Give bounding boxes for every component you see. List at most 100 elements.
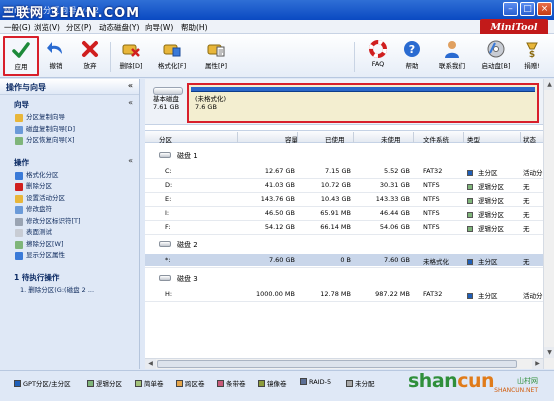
sidebar-item-label: 磁盘复制向导[D] <box>26 124 76 133</box>
sidebar-item-change-letter[interactable]: 修改盘符 <box>0 204 139 216</box>
help-button[interactable]: ? 帮助 <box>394 37 430 75</box>
menu-help[interactable]: 帮助(H) <box>181 22 208 33</box>
disk-1-row[interactable]: 磁盘 1 <box>145 149 554 161</box>
sidebar-item-label: 删除分区 <box>26 182 52 190</box>
delete-button[interactable]: 删除[D] <box>113 37 149 75</box>
scroll-down-arrow-icon[interactable]: ▼ <box>544 347 554 358</box>
format-icon <box>15 171 23 180</box>
sidebar-item-partition-copy-wizard[interactable]: 分区复制向导 <box>0 112 139 124</box>
disk-panel: 基本磁盘 7.61 GB (未格式化) 7.6 GB 分区 容量 已使用 未使用… <box>145 79 554 369</box>
svg-text:$: $ <box>529 50 535 59</box>
watermark-shan: shan <box>408 370 458 392</box>
selected-partition-block[interactable]: (未格式化) 7.6 GB <box>187 83 539 123</box>
partition-format-state: (未格式化) <box>195 95 227 103</box>
menu-view[interactable]: 浏览(V) <box>34 22 60 33</box>
partition-free: 7.60 GB <box>383 256 410 264</box>
legend-swatch <box>300 378 307 385</box>
undo-button[interactable]: 撤销 <box>38 37 74 75</box>
sidebar-item-partition-recovery-wizard[interactable]: 分区恢复向导[X] <box>0 135 139 147</box>
contact-button[interactable]: 联系我们 <box>428 37 476 75</box>
wizard-section-label: 向导 <box>14 100 29 109</box>
maximize-button[interactable]: □ <box>520 2 535 16</box>
disk-map: 基本磁盘 7.61 GB (未格式化) 7.6 GB <box>145 79 554 125</box>
partition-row[interactable]: H: 1000.00 MB 12.78 MB 987.22 MB FAT32 主分区 活动分… <box>145 288 554 300</box>
sidebar-item-change-type-id[interactable]: 修改分区标识符[T] <box>0 216 139 228</box>
menu-general[interactable]: 一般(G) <box>4 22 31 33</box>
col-type[interactable]: 类型 <box>467 134 480 144</box>
scroll-up-arrow-icon[interactable]: ▲ <box>544 79 554 90</box>
boot-disk-icon <box>487 40 505 58</box>
menu-partition[interactable]: 分区(P) <box>66 22 91 33</box>
partition-free: 54.06 GB <box>379 223 410 231</box>
properties-button[interactable]: 属性[P] <box>192 37 240 75</box>
collapse-chevron-icon[interactable]: « <box>128 81 133 90</box>
bootdisk-button[interactable]: 启动盘[B] <box>472 37 520 75</box>
sidebar-item-show-properties[interactable]: 显示分区属性 <box>0 250 139 262</box>
col-filesystem[interactable]: 文件系统 <box>423 134 449 144</box>
disk-label: 磁盘 2 <box>177 241 198 249</box>
donate-money-icon: $ <box>526 42 538 59</box>
disk-icon <box>159 152 171 158</box>
row-divider <box>145 234 554 235</box>
donate-label: 捐赠! <box>524 62 540 70</box>
col-status[interactable]: 状态 <box>523 134 536 144</box>
donate-button[interactable]: $ 捐赠! <box>514 37 550 75</box>
disk-3-row[interactable]: 磁盘 3 <box>145 272 554 284</box>
partition-row[interactable]: I: 46.50 GB 65.91 MB 46.44 GB NTFS 逻辑分区 无 <box>145 207 554 219</box>
legend-label: GPT分区/主分区 <box>23 380 71 388</box>
sidebar-item-set-active[interactable]: 设置活动分区 <box>0 193 139 205</box>
scroll-right-arrow-icon[interactable]: ▶ <box>532 359 543 369</box>
operations-collapse-icon[interactable]: « <box>128 156 133 165</box>
scroll-left-arrow-icon[interactable]: ◀ <box>145 359 156 369</box>
format-partition-icon <box>163 44 181 57</box>
discard-label: 放弃 <box>83 62 97 70</box>
legend-label: 逻辑分区 <box>96 380 122 388</box>
partition-row[interactable]: F: 54.12 GB 66.14 MB 54.06 GB NTFS 逻辑分区 无 <box>145 221 554 233</box>
wizard-collapse-icon[interactable]: « <box>128 98 133 107</box>
basic-disk-icon <box>153 87 183 95</box>
toolbar: 应用 撤销 放弃 删除[D] 格式化[F] 属性[P] FAQ ? 帮助 联系我… <box>0 34 554 78</box>
wipe-icon <box>15 240 23 249</box>
vertical-scrollbar[interactable]: ▲ ▼ <box>543 79 554 369</box>
sidebar-item-label: 分区复制向导 <box>26 113 65 121</box>
sidebar-item-surface-test[interactable]: 表面测试 <box>0 227 139 239</box>
partition-used: 12.78 MB <box>320 290 351 298</box>
delete-label: 删除[D] <box>119 62 143 70</box>
legend-spanned: 跨区卷 <box>176 378 205 388</box>
minimize-button[interactable]: – <box>503 2 518 16</box>
discard-button[interactable]: 放弃 <box>72 37 108 75</box>
partition-row[interactable]: E: 143.76 GB 10.43 GB 143.33 GB NTFS 逻辑分区 无 <box>145 193 554 205</box>
sidebar-item-delete-partition[interactable]: 删除分区 <box>0 181 139 193</box>
format-button[interactable]: 格式化[F] <box>148 37 196 75</box>
format-label: 格式化[F] <box>157 62 187 70</box>
menu-wizard[interactable]: 向导(W) <box>145 22 173 33</box>
partition-row[interactable]: D: 41.03 GB 10.72 GB 30.31 GB NTFS 逻辑分区 无 <box>145 179 554 191</box>
menu-dynamic-disk[interactable]: 动态磁盘(Y) <box>99 22 139 33</box>
legend-swatch <box>14 380 21 387</box>
set-active-icon <box>15 194 23 203</box>
menu-bar: 一般(G) 浏览(V) 分区(P) 动态磁盘(Y) 向导(W) 帮助(H) <box>0 20 554 34</box>
partition-block-label: (未格式化) 7.6 GB <box>195 95 226 111</box>
partition-row[interactable]: *: 7.60 GB 0 B 7.60 GB 未格式化 主分区 无 <box>145 254 554 266</box>
col-partition[interactable]: 分区 <box>159 134 172 144</box>
disk-2-row[interactable]: 磁盘 2 <box>145 238 554 250</box>
sidebar-item-format-partition[interactable]: 格式化分区 <box>0 170 139 182</box>
col-free[interactable]: 未使用 <box>381 134 401 144</box>
sidebar-item-label: 分区恢复向导[X] <box>26 136 75 144</box>
sidebar-item-disk-copy-wizard[interactable]: 磁盘复制向导[D] <box>0 124 139 136</box>
horizontal-scroll-thumb[interactable] <box>157 360 517 368</box>
partition-row[interactable]: C: 12.67 GB 7.15 GB 5.52 GB FAT32 主分区 活动分区 <box>145 165 554 177</box>
pending-op-item[interactable]: 1. 删除分区(G:(磁盘 2 ... <box>0 285 139 295</box>
horizontal-scrollbar[interactable]: ◀ ▶ <box>145 358 543 369</box>
legend-swatch <box>135 380 142 387</box>
faq-button[interactable]: FAQ <box>360 37 396 75</box>
sidebar-item-wipe-partition[interactable]: 擦除分区[W] <box>0 239 139 251</box>
col-used[interactable]: 已使用 <box>325 134 345 144</box>
sidebar-item-label: 格式化分区 <box>26 170 59 179</box>
partition-used: 7.15 GB <box>324 167 351 175</box>
apply-button[interactable]: 应用 <box>3 36 39 76</box>
close-button[interactable]: × <box>537 2 552 16</box>
partition-filesystem: FAT32 <box>423 167 443 175</box>
partition-letter: D: <box>165 181 173 189</box>
operations-section-label: 操作 <box>14 157 29 167</box>
